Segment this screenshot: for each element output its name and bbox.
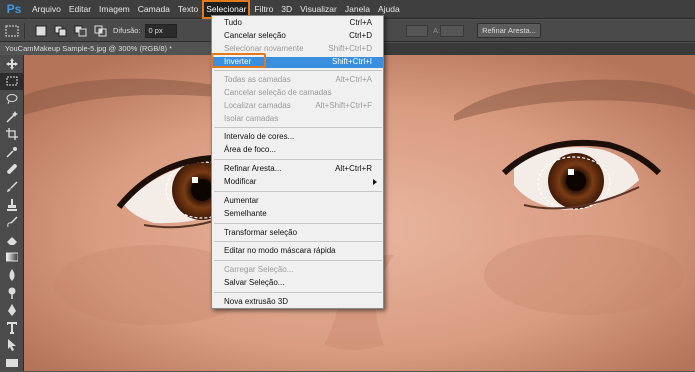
menu-item-refinar-aresta[interactable]: Refinar Aresta... Alt+Ctrl+R: [212, 164, 383, 175]
menu-item-label: Selecionar novamente: [224, 44, 304, 53]
menu-item-semelhante[interactable]: Semelhante: [212, 209, 383, 220]
menu-item-label: Semelhante: [224, 209, 267, 218]
move-tool-icon[interactable]: [0, 55, 24, 73]
menu-item-label: Isolar camadas: [224, 114, 279, 123]
menu-item-tudo[interactable]: Tudo Ctrl+A: [212, 18, 383, 29]
menu-item-shortcut: Shift+Ctrl+D: [328, 44, 372, 53]
menu-item-isolar-camadas: Isolar camadas: [212, 114, 383, 125]
menu-separator: [214, 223, 382, 224]
magic-wand-tool-icon[interactable]: [0, 108, 24, 126]
menu-item-label: Refinar Aresta...: [224, 164, 282, 173]
menu-item-localizar-camadas: Localizar camadas Alt+Shift+Ctrl+F: [212, 101, 383, 112]
menu-item-area-de-foco[interactable]: Área de foco...: [212, 145, 383, 156]
menu-item-label: Cancelar seleção: [224, 31, 286, 40]
eraser-tool-icon[interactable]: [0, 231, 24, 249]
menu-separator: [214, 241, 382, 242]
dodge-tool-icon[interactable]: [0, 284, 24, 302]
menu-item-label: Área de foco...: [224, 145, 277, 154]
menu-item-shortcut: Ctrl+A: [349, 18, 372, 27]
select-menu-dropdown: Tudo Ctrl+A Cancelar seleção Ctrl+D Sele…: [211, 15, 384, 309]
menu-item-label: Editar no modo máscara rápida: [224, 246, 336, 255]
rectangle-tool-icon[interactable]: [0, 354, 24, 372]
crop-tool-icon[interactable]: [0, 125, 24, 143]
menu-separator: [214, 191, 382, 192]
blur-tool-icon[interactable]: [0, 266, 24, 284]
menu-item-shortcut: Ctrl+D: [349, 31, 372, 40]
height-field[interactable]: [440, 25, 464, 37]
rectangular-marquee-tool-icon[interactable]: [0, 72, 24, 91]
menu-texto[interactable]: Texto: [174, 0, 202, 19]
photoshop-logo: Ps: [6, 2, 22, 16]
lasso-tool-icon[interactable]: [0, 90, 24, 108]
menu-item-label: Salvar Seleção...: [224, 278, 285, 287]
menu-separator: [214, 159, 382, 160]
clone-stamp-tool-icon[interactable]: [0, 196, 24, 214]
document-tab[interactable]: YouCamMakeup Sample-5.jpg @ 300% (RGB/8)…: [0, 43, 212, 55]
width-field[interactable]: [406, 25, 428, 37]
menu-item-label: Nova extrusão 3D: [224, 297, 289, 306]
menu-separator: [214, 70, 382, 71]
menu-item-label: Transformar seleção: [224, 228, 298, 237]
type-tool-icon[interactable]: [0, 319, 24, 337]
menu-item-shortcut: Shift+Ctrl+I: [331, 57, 372, 66]
refine-edge-button[interactable]: Refinar Aresta...: [477, 23, 541, 38]
menu-item-cancelar-selecao[interactable]: Cancelar seleção Ctrl+D: [212, 31, 383, 42]
path-selection-tool-icon[interactable]: [0, 337, 24, 355]
new-selection-icon[interactable]: [33, 23, 49, 39]
menu-editar[interactable]: Editar: [65, 0, 95, 19]
menu-item-label: Localizar camadas: [224, 101, 291, 110]
subtract-from-selection-icon[interactable]: [73, 23, 89, 39]
menu-item-label: Carregar Seleção...: [224, 265, 294, 274]
menu-item-label: Todas as camadas: [224, 75, 291, 84]
menu-separator: [214, 127, 382, 128]
brush-tool-icon[interactable]: [0, 178, 24, 196]
marquee-tool-preset-icon[interactable]: [4, 23, 20, 39]
menu-item-modificar[interactable]: Modificar: [212, 177, 383, 188]
submenu-arrow-icon: [373, 179, 377, 185]
menu-arquivo[interactable]: Arquivo: [28, 0, 65, 19]
menu-item-label: Intervalo de cores...: [224, 132, 295, 141]
menu-item-label: Inverter: [224, 57, 252, 66]
gradient-tool-icon[interactable]: [0, 249, 24, 267]
menu-separator: [214, 292, 382, 293]
separator: [24, 22, 25, 39]
menu-item-todas-as-camadas: Todas as camadas Alt+Ctrl+A: [212, 75, 383, 86]
menu-item-label: Aumentar: [224, 196, 259, 205]
menu-item-salvar-selecao[interactable]: Salvar Seleção...: [212, 278, 383, 289]
menu-item-label: Cancelar seleção de camadas: [224, 88, 332, 97]
menu-item-label: Modificar: [224, 177, 257, 186]
toolbox: [0, 55, 24, 371]
add-to-selection-icon[interactable]: [53, 23, 69, 39]
history-brush-tool-icon[interactable]: [0, 213, 24, 231]
menu-item-shortcut: Alt+Ctrl+R: [335, 164, 372, 173]
menu-separator: [214, 260, 382, 261]
menu-item-label: Tudo: [224, 18, 242, 27]
menu-item-nova-extrusao-3d[interactable]: Nova extrusão 3D: [212, 297, 383, 308]
intersect-selection-icon[interactable]: [93, 23, 109, 39]
pen-tool-icon[interactable]: [0, 301, 24, 319]
menu-item-inverter[interactable]: Inverter Shift+Ctrl+I: [212, 57, 383, 68]
menu-item-carregar-selecao: Carregar Seleção...: [212, 265, 383, 276]
menu-item-transformar-selecao[interactable]: Transformar seleção: [212, 228, 383, 239]
healing-brush-tool-icon[interactable]: [0, 161, 24, 179]
menu-camada[interactable]: Camada: [134, 0, 174, 19]
menu-imagem[interactable]: Imagem: [95, 0, 134, 19]
feather-input[interactable]: 0 px: [144, 23, 177, 38]
menu-item-editar-mascara-rapida[interactable]: Editar no modo máscara rápida: [212, 246, 383, 257]
eyedropper-tool-icon[interactable]: [0, 143, 24, 161]
menu-item-shortcut: Alt+Ctrl+A: [335, 75, 372, 84]
menu-item-aumentar[interactable]: Aumentar: [212, 196, 383, 207]
feather-label: Difusão:: [113, 26, 141, 35]
menu-item-intervalo-de-cores[interactable]: Intervalo de cores...: [212, 132, 383, 143]
menu-item-shortcut: Alt+Shift+Ctrl+F: [315, 101, 372, 110]
menu-item-selecionar-novamente: Selecionar novamente Shift+Ctrl+D: [212, 44, 383, 55]
menu-item-cancelar-selecao-de-camadas: Cancelar seleção de camadas: [212, 88, 383, 99]
